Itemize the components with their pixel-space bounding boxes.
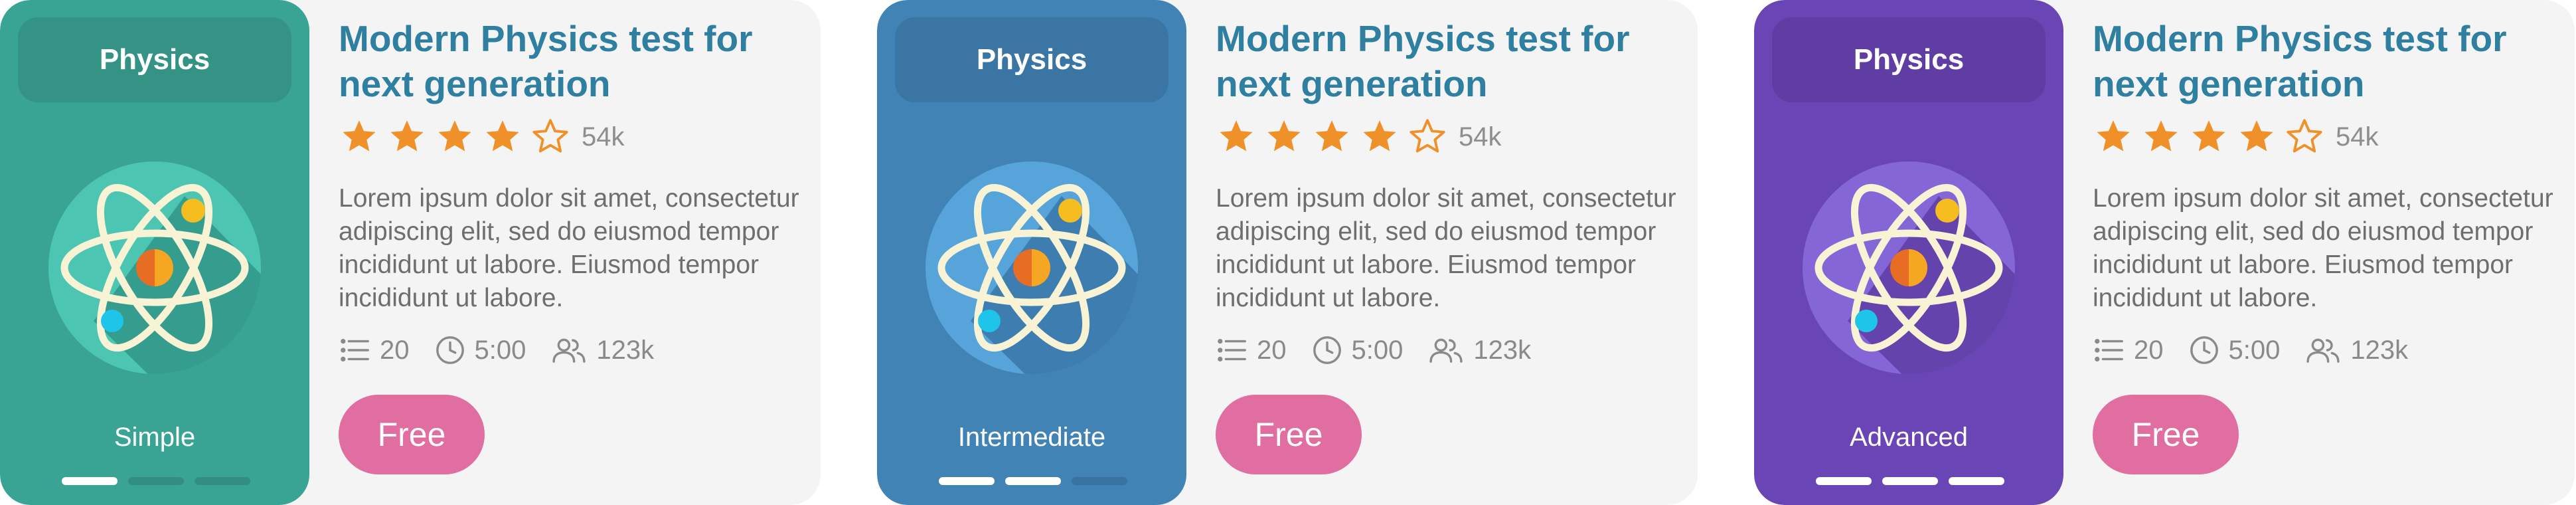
atom-icon bbox=[919, 155, 1145, 381]
difficulty-dot bbox=[1882, 477, 1938, 485]
star-filled-icon bbox=[2144, 120, 2178, 152]
difficulty-dot bbox=[195, 477, 250, 485]
card-title: Modern Physics test for next generation bbox=[2093, 18, 2507, 104]
difficulty-indicator bbox=[1816, 477, 2004, 485]
star-filled-icon bbox=[1363, 120, 1396, 152]
difficulty-dot bbox=[1949, 477, 2004, 485]
subject-tag: Physics bbox=[895, 17, 1168, 102]
participant-count: 123k bbox=[596, 335, 655, 365]
card-side-panel: Physics Advanced bbox=[1754, 0, 2063, 505]
clock-icon bbox=[435, 335, 475, 365]
quiz-card[interactable]: Physics Intermediate Modern Physics test… bbox=[877, 0, 1698, 505]
users-icon bbox=[551, 336, 596, 364]
difficulty-dot bbox=[939, 477, 995, 485]
card-description: Lorem ipsum dolor sit amet, consectetur … bbox=[2093, 184, 2553, 312]
star-filled-icon bbox=[1220, 120, 1253, 152]
free-button[interactable]: Free bbox=[339, 395, 485, 474]
star-filled-icon bbox=[2192, 120, 2225, 152]
card-description: Lorem ipsum dolor sit amet, consectetur … bbox=[339, 184, 799, 312]
quiz-card[interactable]: Physics Simple Modern Physics test for n… bbox=[0, 0, 821, 505]
card-side-panel: Physics Simple bbox=[0, 0, 309, 505]
atom-icon bbox=[42, 155, 268, 381]
card-title: Modern Physics test for next generation bbox=[339, 18, 753, 104]
star-filled-icon bbox=[1267, 120, 1301, 152]
star-filled-icon bbox=[486, 120, 519, 152]
card-meta: 20 5:00 123k bbox=[2094, 335, 2433, 365]
rating-stars: 54k bbox=[1217, 118, 1502, 155]
clock-icon bbox=[2189, 335, 2229, 365]
users-icon bbox=[2305, 336, 2350, 364]
rating-count: 54k bbox=[582, 122, 625, 152]
duration: 5:00 bbox=[1351, 335, 1404, 365]
duration: 5:00 bbox=[2228, 335, 2281, 365]
participant-count: 123k bbox=[2350, 335, 2409, 365]
card-meta: 20 5:00 123k bbox=[1217, 335, 1556, 365]
star-empty-icon bbox=[2287, 119, 2322, 153]
subject-tag: Physics bbox=[18, 17, 291, 102]
free-button[interactable]: Free bbox=[1216, 395, 1362, 474]
question-count: 20 bbox=[380, 335, 410, 365]
difficulty-label: Intermediate bbox=[957, 423, 1106, 452]
list-icon bbox=[1217, 337, 1257, 363]
card-title: Modern Physics test for next generation bbox=[1216, 18, 1630, 104]
question-count: 20 bbox=[1257, 335, 1287, 365]
card-side-panel: Physics Intermediate bbox=[877, 0, 1186, 505]
difficulty-label: Advanced bbox=[1850, 423, 1968, 452]
free-button[interactable]: Free bbox=[2093, 395, 2239, 474]
rating-count: 54k bbox=[2336, 122, 2379, 152]
star-filled-icon bbox=[1315, 120, 1348, 152]
subject-tag: Physics bbox=[1772, 17, 2046, 102]
star-empty-icon bbox=[532, 119, 568, 153]
star-filled-icon bbox=[438, 120, 471, 152]
card-description: Lorem ipsum dolor sit amet, consectetur … bbox=[1216, 184, 1676, 312]
difficulty-dot bbox=[1005, 477, 1061, 485]
difficulty-indicator bbox=[62, 477, 250, 485]
difficulty-indicator bbox=[939, 477, 1127, 485]
difficulty-dot bbox=[1816, 477, 1872, 485]
question-count: 20 bbox=[2134, 335, 2164, 365]
clock-icon bbox=[1312, 335, 1352, 365]
duration: 5:00 bbox=[474, 335, 526, 365]
difficulty-dot bbox=[128, 477, 184, 485]
difficulty-dot bbox=[62, 477, 118, 485]
difficulty-label: Simple bbox=[114, 423, 196, 452]
list-icon bbox=[340, 337, 380, 363]
card-meta: 20 5:00 123k bbox=[340, 335, 679, 365]
star-empty-icon bbox=[1409, 119, 1445, 153]
difficulty-dot bbox=[1072, 477, 1127, 485]
list-icon bbox=[2094, 337, 2134, 363]
rating-stars: 54k bbox=[2094, 118, 2379, 155]
atom-icon bbox=[1796, 155, 2022, 381]
star-filled-icon bbox=[2240, 120, 2273, 152]
users-icon bbox=[1428, 336, 1473, 364]
participant-count: 123k bbox=[1473, 335, 1532, 365]
rating-count: 54k bbox=[1459, 122, 1502, 152]
star-filled-icon bbox=[343, 120, 376, 152]
star-filled-icon bbox=[390, 120, 424, 152]
rating-stars: 54k bbox=[340, 118, 625, 155]
quiz-card[interactable]: Physics Advanced Modern Physics test for… bbox=[1754, 0, 2575, 505]
star-filled-icon bbox=[2097, 120, 2130, 152]
